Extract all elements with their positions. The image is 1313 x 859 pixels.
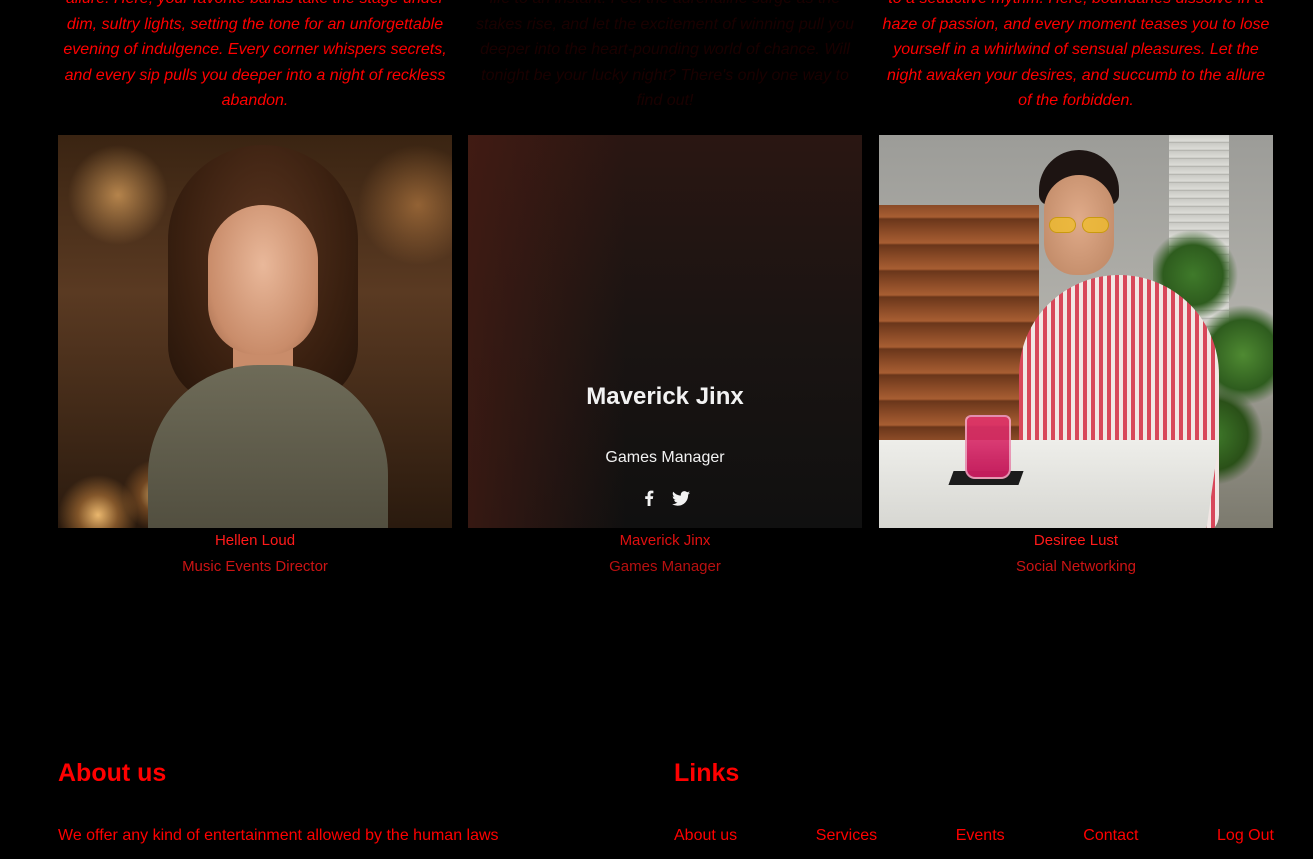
caption-desiree: Desiree Lust Social Networking	[879, 533, 1273, 575]
member-name: Desiree Lust	[1033, 532, 1119, 549]
page: allure. Here, your favorite bands take t…	[0, 0, 1313, 859]
hover-member-role: Games Manager	[605, 449, 725, 466]
intro-text-games: life to an instant. Feel the adrenaline …	[476, 0, 854, 110]
footer-link-log-out[interactable]: Log Out	[1217, 826, 1274, 846]
footer-link-about-us[interactable]: About us	[674, 826, 737, 846]
footer-nav: About us Services Events Contact Log Out	[674, 826, 1274, 846]
hover-info: Maverick Jinx Games Manager	[468, 135, 862, 528]
team-photo-hellen	[58, 135, 452, 528]
team-photo-desiree	[879, 135, 1273, 528]
twitter-icon[interactable]	[672, 489, 690, 507]
intro-text-music: allure. Here, your favorite bands take t…	[63, 0, 447, 110]
footer-link-contact[interactable]: Contact	[1083, 826, 1138, 846]
caption-maverick: Maverick Jinx Games Manager	[468, 533, 862, 575]
footer-link-events[interactable]: Events	[956, 826, 1005, 846]
member-name: Maverick Jinx	[619, 532, 711, 549]
links-heading: Links	[674, 759, 740, 787]
member-role: Social Networking	[1015, 558, 1137, 575]
social-links	[468, 489, 862, 507]
hover-member-name: Maverick Jinx	[586, 383, 744, 410]
footer-links: Links About us Services Events Contact L…	[674, 758, 1274, 846]
team-card-maverick[interactable]: Maverick Jinx Games Manager	[468, 135, 862, 528]
about-text: We offer any kind of entertainment allow…	[58, 827, 499, 844]
team-card-desiree[interactable]	[879, 135, 1273, 528]
caption-hellen: Hellen Loud Music Events Director	[58, 533, 452, 575]
intro-text-social: to a seductive mythm. Here, boundaries d…	[882, 0, 1270, 110]
footer-about: About us We offer any kind of entertainm…	[58, 758, 618, 846]
facebook-icon[interactable]	[640, 489, 658, 507]
member-role: Music Events Director	[182, 558, 328, 575]
footer-link-services[interactable]: Services	[816, 826, 877, 846]
team-card-hellen[interactable]	[58, 135, 452, 528]
member-name: Hellen Loud	[214, 532, 296, 549]
member-role: Games Manager	[609, 558, 721, 575]
about-heading: About us	[58, 759, 167, 787]
